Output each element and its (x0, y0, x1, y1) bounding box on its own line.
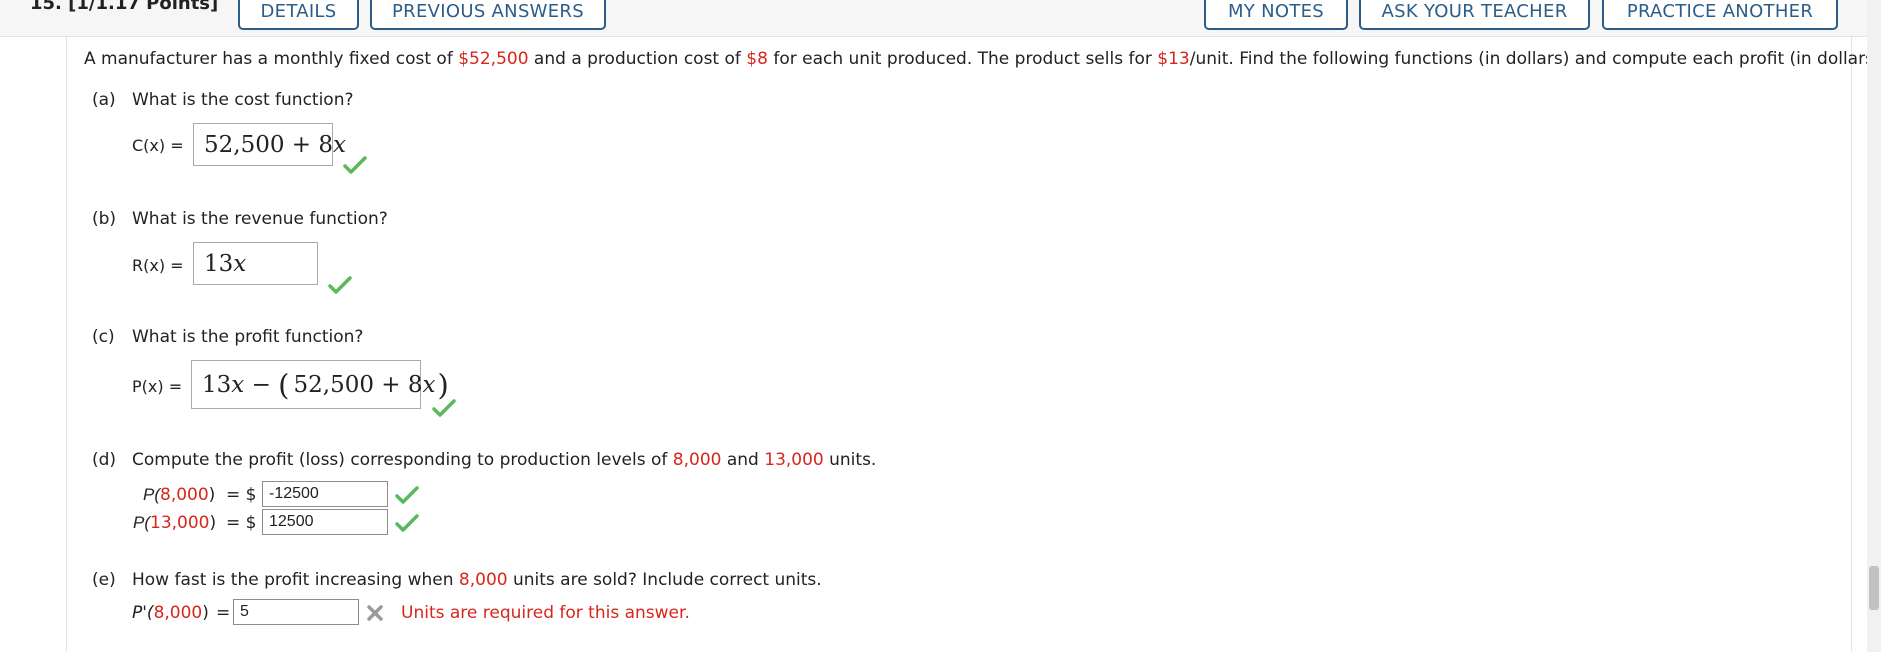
previous-answers-button[interactable]: PREVIOUS ANSWERS (370, 0, 606, 30)
problem-text: and a production cost of (528, 49, 747, 69)
part-c-letter: (c) (92, 327, 115, 347)
part-d-question: Compute the profit (loss) corresponding … (132, 450, 876, 470)
answer-number: 13 (204, 250, 234, 277)
part-d-letter: (d) (92, 450, 117, 470)
answer-paren: ) (437, 367, 449, 402)
part-d-row1-answer-field[interactable]: -12500 (262, 481, 388, 507)
answer-variable: x (333, 131, 346, 158)
label-text: P( (133, 513, 150, 532)
ask-teacher-button[interactable]: ASK YOUR TEACHER (1359, 0, 1590, 30)
question-text: Compute the profit (loss) corresponding … (132, 450, 673, 470)
question-text: units are sold? Include correct units. (507, 570, 822, 590)
correct-check-icon (328, 276, 352, 294)
answer-inner: 52,500 + 8 (293, 371, 423, 398)
page-scrollbar[interactable] (1867, 0, 1881, 652)
label-text: ) (208, 485, 216, 505)
part-d-row1-eq: = $ (226, 485, 257, 505)
correct-check-icon (395, 514, 419, 532)
label-text: ) (209, 513, 217, 533)
label-text: ) (202, 603, 209, 623)
question-title: 15. [1/1.17 Points] (30, 0, 219, 14)
correct-check-icon (432, 399, 456, 417)
part-c-question: What is the profit function? (132, 327, 364, 347)
fixed-cost-value: $52,500 (458, 49, 529, 69)
part-e-letter: (e) (92, 570, 116, 590)
label-text: P( (143, 485, 160, 504)
part-b-question: What is the revenue function? (132, 209, 388, 229)
answer-variable: x (422, 371, 436, 398)
price-value: $13 (1157, 49, 1190, 69)
unit-cost-value: $8 (746, 49, 768, 69)
practice-another-button[interactable]: PRACTICE ANOTHER (1602, 0, 1838, 30)
part-d-row1-label: P(8,000) (143, 485, 215, 505)
answer-variable: x (233, 250, 247, 277)
problem-text: A manufacturer has a monthly fixed cost … (84, 49, 459, 69)
my-notes-button[interactable]: MY NOTES (1204, 0, 1348, 30)
answer-operator: − (244, 371, 279, 398)
part-d-row2-label: P(13,000) (133, 513, 216, 533)
label-arg: 8,000 (153, 603, 203, 623)
incorrect-x-icon (367, 605, 383, 621)
label-arg: 8,000 (160, 485, 209, 505)
problem-statement: A manufacturer has a monthly fixed cost … (84, 49, 1881, 69)
scrollbar-thumb[interactable] (1869, 566, 1879, 610)
part-e-answer-field[interactable]: 5 (233, 599, 359, 625)
answer-number: 13 (202, 371, 232, 398)
part-a-label: C(x) = (132, 136, 184, 155)
part-e-label: P'(8,000) (132, 603, 209, 623)
problem-text: /unit. Find the following functions (in … (1189, 49, 1881, 69)
part-c-answer-field[interactable]: 13 x − (52,500 + 8 x) (191, 360, 449, 409)
label-text: P'( (132, 603, 154, 623)
correct-check-icon (343, 156, 367, 174)
units-error-message: Units are required for this answer. (401, 603, 690, 623)
level-value: 8,000 (672, 450, 722, 470)
part-b-label: R(x) = (132, 256, 184, 275)
correct-check-icon (395, 486, 419, 504)
level-value: 8,000 (458, 570, 508, 590)
part-b-letter: (b) (92, 209, 117, 229)
details-button[interactable]: DETAILS (238, 0, 359, 30)
label-arg: 13,000 (150, 513, 210, 533)
part-e-question: How fast is the profit increasing when 8… (132, 570, 822, 590)
part-a-question: What is the cost function? (132, 90, 354, 110)
problem-text: for each unit produced. The product sell… (767, 49, 1158, 69)
part-e-eq: = (216, 603, 231, 623)
level-value: 13,000 (764, 450, 824, 470)
part-d-row2-answer-field[interactable]: 12500 (262, 509, 388, 535)
answer-paren: ( (278, 367, 290, 402)
question-text: units. (823, 450, 877, 470)
part-d-row2-eq: = $ (226, 513, 257, 533)
question-text: How fast is the profit increasing when (132, 570, 459, 590)
part-a-letter: (a) (92, 90, 116, 110)
part-c-label: P(x) = (132, 377, 183, 396)
answer-number: 52,500 (204, 131, 285, 158)
part-a-answer-field[interactable]: 52,500 + 8x (193, 123, 346, 166)
answer-operator: + 8 (284, 131, 334, 158)
question-text: and (721, 450, 765, 470)
part-b-answer-field[interactable]: 13 x (193, 242, 318, 285)
answer-variable: x (231, 371, 245, 398)
